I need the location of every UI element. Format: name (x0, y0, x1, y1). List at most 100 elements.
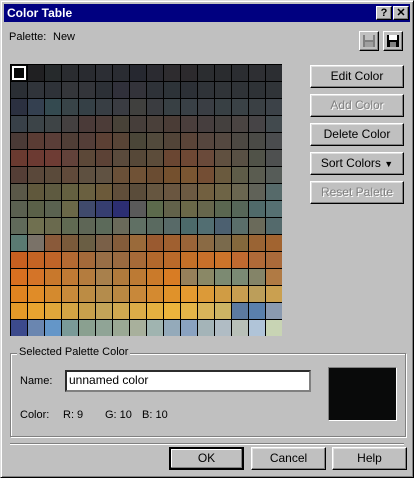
palette-color-cell[interactable] (96, 218, 112, 234)
palette-color-cell[interactable] (62, 269, 78, 285)
palette-color-cell[interactable] (62, 303, 78, 319)
palette-color-cell[interactable] (215, 269, 231, 285)
palette-color-cell[interactable] (164, 167, 180, 183)
palette-color-cell[interactable] (45, 303, 61, 319)
palette-color-cell[interactable] (79, 184, 95, 200)
palette-color-cell[interactable] (232, 269, 248, 285)
palette-color-cell[interactable] (181, 320, 197, 336)
palette-color-cell[interactable] (232, 82, 248, 98)
palette-color-cell[interactable] (28, 99, 44, 115)
palette-color-cell[interactable] (130, 150, 146, 166)
palette-color-cell[interactable] (96, 252, 112, 268)
palette-color-cell[interactable] (28, 252, 44, 268)
palette-color-cell[interactable] (79, 150, 95, 166)
palette-color-cell[interactable] (130, 235, 146, 251)
palette-color-cell[interactable] (215, 201, 231, 217)
palette-color-cell[interactable] (164, 218, 180, 234)
palette-color-cell[interactable] (181, 184, 197, 200)
palette-color-cell[interactable] (266, 133, 282, 149)
palette-color-cell[interactable] (62, 201, 78, 217)
palette-color-cell[interactable] (164, 286, 180, 302)
palette-color-cell[interactable] (96, 65, 112, 81)
title-bar[interactable]: Color Table ? ✕ (4, 4, 410, 22)
palette-color-cell[interactable] (164, 320, 180, 336)
palette-color-cell[interactable] (249, 252, 265, 268)
palette-color-cell[interactable] (28, 320, 44, 336)
palette-color-cell[interactable] (181, 235, 197, 251)
palette-color-cell[interactable] (45, 65, 61, 81)
palette-color-cell[interactable] (215, 133, 231, 149)
palette-color-cell[interactable] (249, 303, 265, 319)
palette-color-cell[interactable] (147, 116, 163, 132)
palette-color-cell[interactable] (28, 184, 44, 200)
palette-color-cell[interactable] (11, 133, 27, 149)
palette-color-cell[interactable] (249, 184, 265, 200)
palette-color-cell[interactable] (147, 82, 163, 98)
palette-color-cell[interactable] (130, 218, 146, 234)
palette-color-cell[interactable] (215, 116, 231, 132)
palette-color-cell[interactable] (249, 320, 265, 336)
palette-color-cell[interactable] (28, 303, 44, 319)
palette-color-cell[interactable] (232, 218, 248, 234)
palette-color-cell[interactable] (198, 286, 214, 302)
palette-color-cell[interactable] (45, 133, 61, 149)
palette-color-cell[interactable] (96, 201, 112, 217)
palette-color-cell[interactable] (45, 201, 61, 217)
palette-color-cell[interactable] (215, 286, 231, 302)
palette-color-cell[interactable] (96, 235, 112, 251)
palette-color-cell[interactable] (249, 167, 265, 183)
palette-color-cell[interactable] (198, 116, 214, 132)
palette-color-cell[interactable] (266, 252, 282, 268)
palette-color-cell[interactable] (62, 167, 78, 183)
palette-color-cell[interactable] (45, 167, 61, 183)
save-button[interactable] (383, 31, 403, 51)
palette-color-cell[interactable] (164, 235, 180, 251)
palette-color-cell[interactable] (249, 116, 265, 132)
palette-color-cell[interactable] (113, 116, 129, 132)
palette-color-cell[interactable] (28, 150, 44, 166)
palette-color-cell[interactable] (79, 82, 95, 98)
palette-color-cell[interactable] (28, 116, 44, 132)
palette-color-cell[interactable] (113, 320, 129, 336)
palette-color-cell[interactable] (62, 286, 78, 302)
palette-color-cell[interactable] (62, 235, 78, 251)
palette-color-cell[interactable] (113, 201, 129, 217)
palette-color-cell[interactable] (249, 286, 265, 302)
palette-color-cell[interactable] (11, 269, 27, 285)
palette-color-cell[interactable] (62, 252, 78, 268)
palette-color-cell[interactable] (147, 184, 163, 200)
palette-color-cell[interactable] (96, 269, 112, 285)
palette-color-cell[interactable] (79, 65, 95, 81)
palette-color-cell[interactable] (181, 303, 197, 319)
palette-color-cell[interactable] (130, 269, 146, 285)
palette-color-cell[interactable] (266, 82, 282, 98)
palette-color-cell[interactable] (198, 269, 214, 285)
palette-color-cell[interactable] (113, 150, 129, 166)
palette-color-cell[interactable] (249, 201, 265, 217)
close-button[interactable]: ✕ (393, 6, 409, 20)
palette-color-cell[interactable] (62, 65, 78, 81)
palette-color-cell[interactable] (28, 167, 44, 183)
palette-color-cell[interactable] (164, 303, 180, 319)
palette-color-cell[interactable] (232, 184, 248, 200)
palette-color-cell[interactable] (232, 286, 248, 302)
palette-color-cell[interactable] (11, 320, 27, 336)
palette-color-cell[interactable] (147, 286, 163, 302)
palette-color-cell[interactable] (266, 116, 282, 132)
palette-color-cell[interactable] (96, 116, 112, 132)
edit-color-button[interactable]: Edit Color (310, 65, 404, 88)
palette-color-cell[interactable] (130, 184, 146, 200)
palette-color-cell[interactable] (79, 133, 95, 149)
palette-color-cell[interactable] (28, 269, 44, 285)
color-name-input[interactable]: unnamed color (65, 370, 311, 392)
palette-color-cell[interactable] (198, 303, 214, 319)
palette-color-cell[interactable] (164, 133, 180, 149)
palette-color-cell[interactable] (198, 150, 214, 166)
palette-color-cell[interactable] (113, 269, 129, 285)
palette-color-cell[interactable] (249, 133, 265, 149)
ok-button[interactable]: OK (169, 447, 244, 470)
palette-color-cell[interactable] (266, 286, 282, 302)
palette-color-cell[interactable] (181, 286, 197, 302)
palette-color-cell[interactable] (113, 218, 129, 234)
palette-color-cell[interactable] (28, 201, 44, 217)
